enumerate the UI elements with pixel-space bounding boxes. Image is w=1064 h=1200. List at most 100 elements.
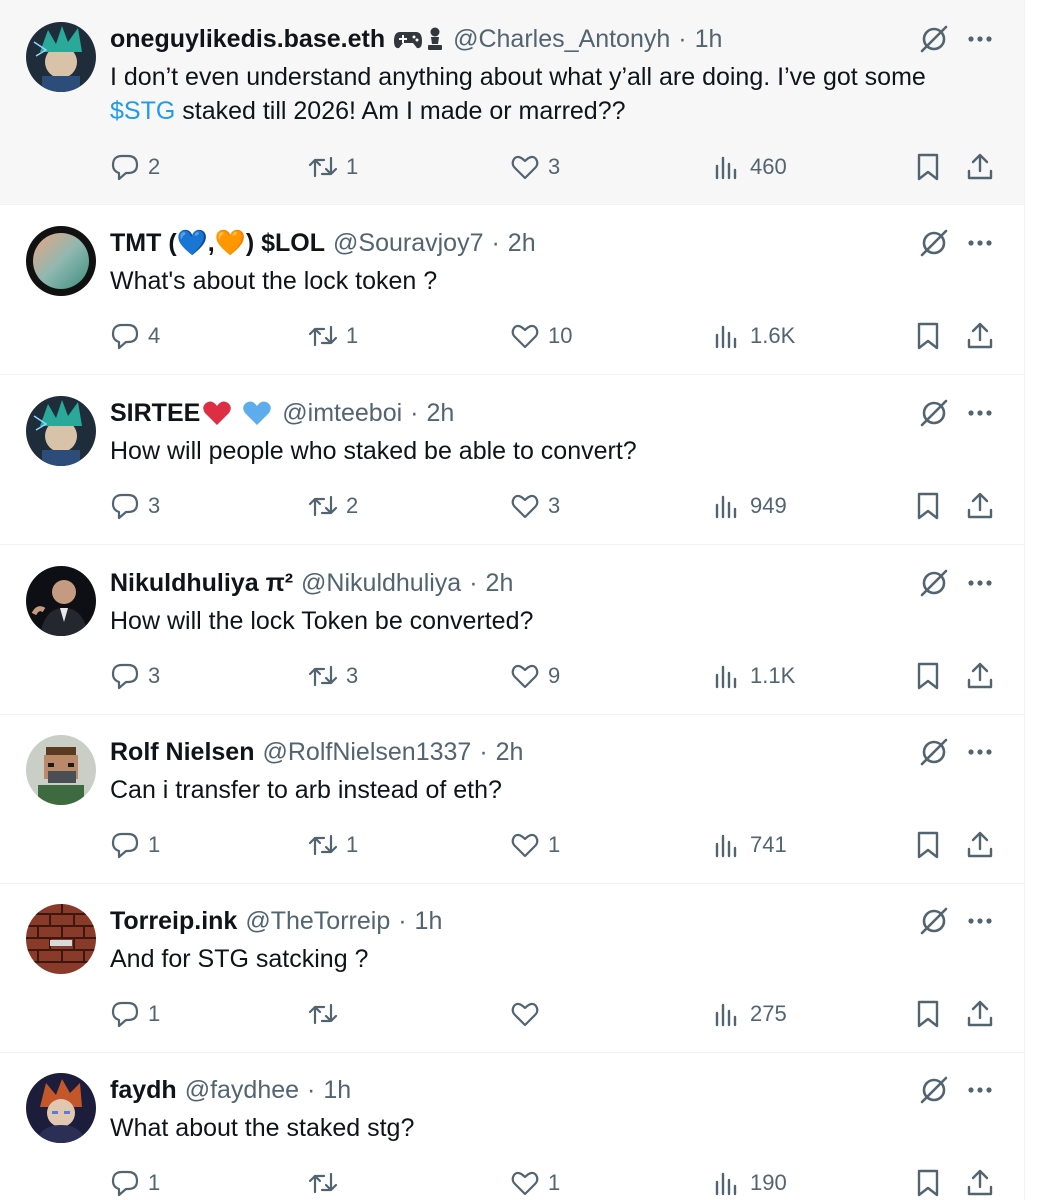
grok-icon[interactable]: [918, 736, 950, 768]
repost-count: 1: [346, 154, 359, 179]
share-icon[interactable]: [964, 490, 996, 522]
bookmark-icon[interactable]: [912, 151, 944, 183]
more-icon[interactable]: [964, 397, 996, 429]
display-name[interactable]: SIRTEE: [110, 396, 200, 430]
repost-button[interactable]: 1: [308, 150, 358, 184]
like-button[interactable]: 3: [510, 150, 560, 184]
views-button[interactable]: 949: [712, 489, 787, 523]
like-button[interactable]: [510, 997, 548, 1031]
grok-icon[interactable]: [918, 1074, 950, 1106]
reply-button[interactable]: 1: [110, 997, 160, 1031]
more-icon[interactable]: [964, 23, 996, 55]
views-button[interactable]: 1.6K: [712, 319, 795, 353]
display-name[interactable]: faydh: [110, 1073, 177, 1107]
avatar[interactable]: [26, 566, 96, 636]
bookmark-icon[interactable]: [912, 320, 944, 352]
user-handle[interactable]: @Nikuldhuliya: [301, 566, 461, 600]
reply-item[interactable]: oneguylikedis.base.eth @Charles_Antonyh …: [0, 0, 1024, 205]
timestamp[interactable]: 1h: [415, 904, 443, 938]
cashtag-link[interactable]: $STG: [110, 97, 175, 125]
grok-icon[interactable]: [918, 567, 950, 599]
display-name[interactable]: TMT (💙,🧡) $LOL: [110, 226, 325, 260]
more-icon[interactable]: [964, 227, 996, 259]
reply-button[interactable]: 3: [110, 489, 160, 523]
timestamp[interactable]: 2h: [486, 566, 514, 600]
bookmark-icon[interactable]: [912, 829, 944, 861]
share-icon[interactable]: [964, 829, 996, 861]
grok-icon[interactable]: [918, 397, 950, 429]
like-button[interactable]: 3: [510, 489, 560, 523]
views-button[interactable]: 275: [712, 997, 787, 1031]
share-icon[interactable]: [964, 320, 996, 352]
avatar[interactable]: [26, 1073, 96, 1143]
reply-item[interactable]: Rolf Nielsen @RolfNielsen1337 · 2h Can i…: [0, 715, 1024, 884]
avatar[interactable]: [26, 735, 96, 805]
more-icon[interactable]: [964, 736, 996, 768]
user-handle[interactable]: @Souravjoy7: [333, 226, 483, 260]
avatar[interactable]: [26, 396, 96, 466]
reply-count: 1: [148, 1170, 161, 1195]
repost-button[interactable]: [308, 997, 346, 1031]
views-button[interactable]: 190: [712, 1166, 787, 1200]
repost-button[interactable]: 3: [308, 659, 358, 693]
user-handle[interactable]: @RolfNielsen1337: [262, 735, 471, 769]
like-button[interactable]: 10: [510, 319, 572, 353]
avatar[interactable]: [26, 904, 96, 974]
repost-button[interactable]: [308, 1166, 346, 1200]
timestamp[interactable]: 1h: [323, 1073, 351, 1107]
share-icon[interactable]: [964, 998, 996, 1030]
reply-icon: [111, 493, 139, 520]
display-name[interactable]: Torreip.ink: [110, 904, 237, 938]
like-icon: [511, 664, 539, 689]
reply-icon: [111, 154, 139, 181]
like-button[interactable]: 9: [510, 659, 560, 693]
user-handle[interactable]: @Charles_Antonyh: [453, 22, 670, 56]
like-button[interactable]: 1: [510, 828, 560, 862]
grok-icon[interactable]: [918, 227, 950, 259]
bookmark-icon[interactable]: [912, 1167, 944, 1199]
user-handle[interactable]: @TheTorreip: [245, 904, 390, 938]
views-button[interactable]: 741: [712, 828, 787, 862]
more-icon[interactable]: [964, 567, 996, 599]
views-button[interactable]: 460: [712, 150, 787, 184]
repost-button[interactable]: 1: [308, 828, 358, 862]
user-handle[interactable]: @imteeboi: [282, 396, 402, 430]
reply-text: Can i transfer to arb instead of eth?: [110, 776, 502, 804]
avatar[interactable]: [26, 226, 96, 296]
grok-icon[interactable]: [918, 23, 950, 55]
timestamp[interactable]: 1h: [695, 22, 723, 56]
reply-button[interactable]: 4: [110, 319, 160, 353]
views-button[interactable]: 1.1K: [712, 659, 795, 693]
bookmark-icon[interactable]: [912, 490, 944, 522]
reply-button[interactable]: 1: [110, 1166, 160, 1200]
reply-item[interactable]: Nikuldhuliya π² @Nikuldhuliya · 2h How w…: [0, 545, 1024, 715]
views-icon: [715, 834, 737, 858]
bookmark-icon[interactable]: [912, 660, 944, 692]
display-name[interactable]: Rolf Nielsen: [110, 735, 254, 769]
share-icon[interactable]: [964, 660, 996, 692]
display-name[interactable]: Nikuldhuliya π²: [110, 566, 293, 600]
like-button[interactable]: 1: [510, 1166, 560, 1200]
avatar[interactable]: [26, 22, 96, 92]
share-icon[interactable]: [964, 1167, 996, 1199]
reply-button[interactable]: 2: [110, 150, 160, 184]
bookmark-icon[interactable]: [912, 998, 944, 1030]
share-icon[interactable]: [964, 151, 996, 183]
reply-item[interactable]: faydh @faydhee · 1h What about the stake…: [0, 1053, 1024, 1200]
more-icon[interactable]: [964, 1074, 996, 1106]
reply-button[interactable]: 3: [110, 659, 160, 693]
timestamp[interactable]: 2h: [427, 396, 455, 430]
repost-button[interactable]: 1: [308, 319, 358, 353]
reply-item[interactable]: TMT (💙,🧡) $LOL @Souravjoy7 · 2h What's a…: [0, 205, 1024, 375]
repost-button[interactable]: 2: [308, 489, 358, 523]
timestamp[interactable]: 2h: [496, 735, 524, 769]
reply-item[interactable]: Torreip.ink @TheTorreip · 1h And for STG…: [0, 884, 1024, 1053]
like-icon: [511, 324, 539, 349]
timestamp[interactable]: 2h: [508, 226, 536, 260]
display-name[interactable]: oneguylikedis.base.eth: [110, 22, 385, 56]
more-icon[interactable]: [964, 905, 996, 937]
user-handle[interactable]: @faydhee: [185, 1073, 299, 1107]
grok-icon[interactable]: [918, 905, 950, 937]
reply-button[interactable]: 1: [110, 828, 160, 862]
reply-item[interactable]: SIRTEE @imteeboi · 2h How will people wh…: [0, 375, 1024, 545]
